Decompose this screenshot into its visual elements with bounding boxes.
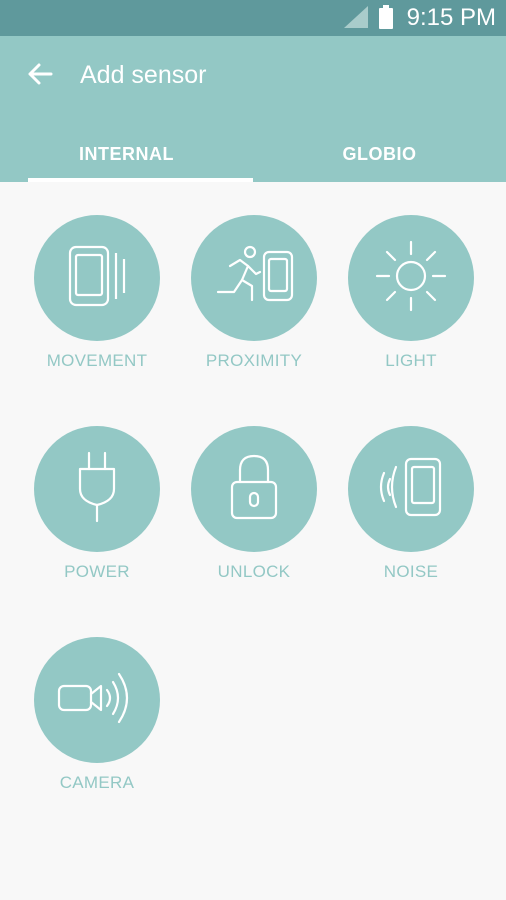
sensor-circle [191,426,317,552]
sensor-noise[interactable]: NOISE [331,426,491,606]
sensor-circle [348,426,474,552]
sensor-label: POWER [64,562,130,581]
sensor-proximity[interactable]: PROXIMITY [174,215,334,395]
status-time: 9:15 PM [406,4,496,31]
lock-icon [226,452,282,527]
sensor-label: UNLOCK [217,562,291,581]
sensor-camera[interactable]: CAMERA [17,637,177,817]
sensor-label: NOISE [383,562,439,581]
app-bar: Add sensor INTERNAL GLOBIO [0,36,506,182]
back-button[interactable] [18,58,62,94]
power-plug-icon [72,449,122,530]
arrow-left-icon [27,62,53,91]
light-icon [373,238,449,319]
sensor-movement[interactable]: MOVEMENT [17,215,177,395]
battery-icon [378,5,394,34]
sensor-circle [348,215,474,341]
camera-icon [55,666,139,735]
status-bar: 9:15 PM [0,0,506,36]
sensor-label: CAMERA [59,773,135,792]
tab-indicator [28,178,253,182]
sensor-label: MOVEMENT [46,351,148,370]
sensor-light[interactable]: LIGHT [331,215,491,395]
sensor-label: PROXIMITY [205,351,303,370]
signal-icon [344,6,368,33]
sensor-power[interactable]: POWER [17,426,177,606]
noise-icon [376,455,446,524]
movement-icon [62,241,132,316]
sensor-circle [34,426,160,552]
page-title: Add sensor [80,61,207,89]
sensor-unlock[interactable]: UNLOCK [174,426,334,606]
sensor-circle [34,637,160,763]
sensor-circle [191,215,317,341]
sensor-label: LIGHT [385,351,437,370]
tab-internal[interactable]: INTERNAL [0,126,253,182]
tab-globio[interactable]: GLOBIO [253,126,506,182]
sensor-circle [34,215,160,341]
proximity-icon [212,244,296,313]
